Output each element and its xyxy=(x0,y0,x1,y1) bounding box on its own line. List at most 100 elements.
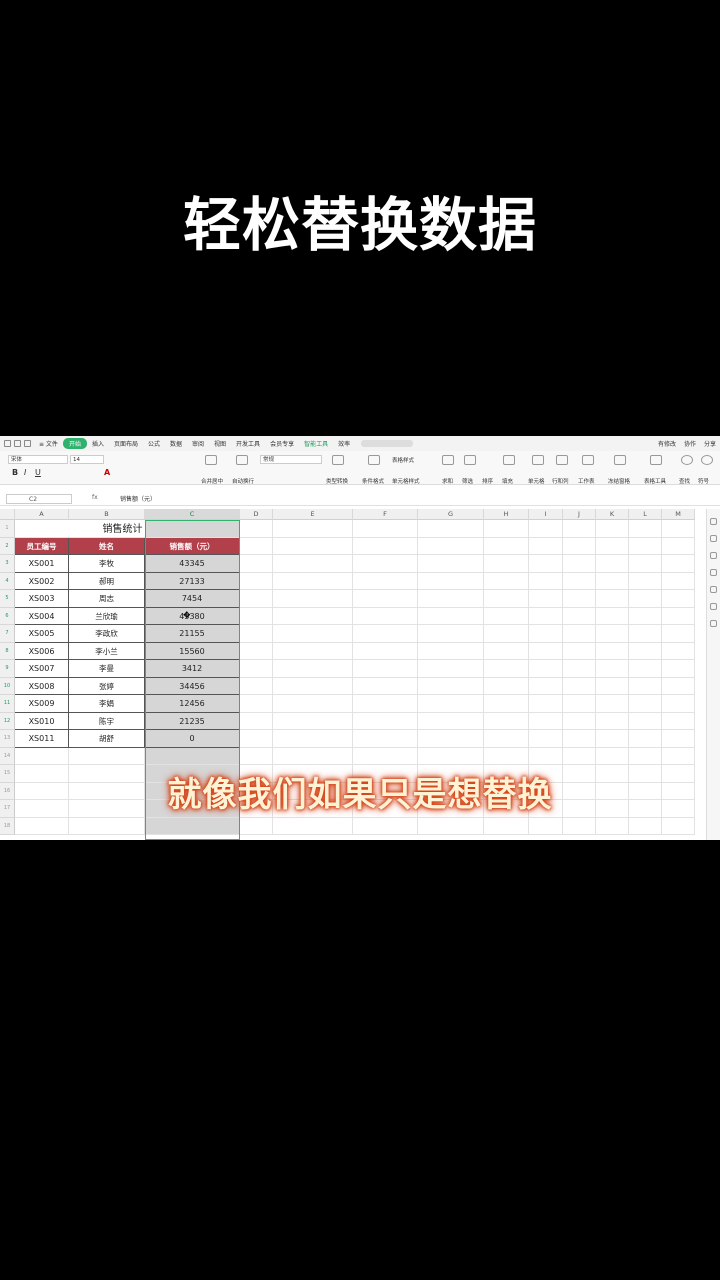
cell[interactable] xyxy=(529,607,563,625)
data-cell[interactable]: XS002 xyxy=(15,572,69,590)
conditional-format-icon[interactable] xyxy=(368,455,380,465)
font-color-button[interactable]: A xyxy=(104,468,110,477)
cell[interactable] xyxy=(596,555,629,573)
cell[interactable] xyxy=(563,747,596,765)
row-header[interactable]: 2 xyxy=(0,537,15,555)
column-header[interactable]: A xyxy=(15,509,69,520)
cell[interactable] xyxy=(629,712,662,730)
cell[interactable] xyxy=(240,712,273,730)
menu-tab[interactable]: 视图 xyxy=(209,439,231,448)
column-header[interactable]: B xyxy=(69,509,145,520)
cell[interactable] xyxy=(662,607,695,625)
cell[interactable] xyxy=(353,695,418,713)
cell[interactable] xyxy=(418,555,484,573)
cell[interactable] xyxy=(563,817,596,835)
cell[interactable] xyxy=(563,677,596,695)
cell[interactable] xyxy=(529,555,563,573)
column-header[interactable]: C xyxy=(145,509,240,520)
save-icon[interactable] xyxy=(4,440,11,447)
cell[interactable] xyxy=(629,607,662,625)
cell[interactable] xyxy=(596,572,629,590)
cell[interactable] xyxy=(484,572,529,590)
data-cell[interactable]: 7454 xyxy=(145,590,240,608)
search-box[interactable] xyxy=(361,440,414,447)
cell[interactable] xyxy=(529,537,563,555)
cell[interactable] xyxy=(273,712,353,730)
menu-right-item[interactable]: 协作 xyxy=(680,439,700,448)
data-cell[interactable]: 胡舒 xyxy=(69,730,145,748)
cell[interactable] xyxy=(418,730,484,748)
cell[interactable] xyxy=(484,677,529,695)
menu-tab[interactable]: 开发工具 xyxy=(231,439,265,448)
side-tool-icon[interactable] xyxy=(710,603,717,610)
cell[interactable] xyxy=(353,747,418,765)
cell[interactable] xyxy=(629,520,662,538)
cell[interactable] xyxy=(563,590,596,608)
data-cell[interactable]: XS010 xyxy=(15,712,69,730)
font-size-select[interactable]: 14 xyxy=(70,455,104,464)
cell[interactable] xyxy=(240,555,273,573)
cell[interactable] xyxy=(273,555,353,573)
cell-icon[interactable] xyxy=(532,455,544,465)
cell[interactable] xyxy=(273,625,353,643)
cell[interactable] xyxy=(273,572,353,590)
cell[interactable] xyxy=(596,660,629,678)
cell[interactable] xyxy=(563,712,596,730)
cell[interactable] xyxy=(596,625,629,643)
cell[interactable] xyxy=(563,730,596,748)
data-cell[interactable]: 15560 xyxy=(145,642,240,660)
data-cell[interactable]: 21235 xyxy=(145,712,240,730)
cell[interactable] xyxy=(563,660,596,678)
cell[interactable] xyxy=(353,572,418,590)
cell[interactable] xyxy=(353,590,418,608)
column-header[interactable]: K xyxy=(596,509,629,520)
cell[interactable] xyxy=(662,747,695,765)
cell[interactable] xyxy=(596,817,629,835)
column-header[interactable]: G xyxy=(418,509,484,520)
cell[interactable] xyxy=(418,817,484,835)
cell[interactable] xyxy=(353,520,418,538)
cell[interactable] xyxy=(629,537,662,555)
cell[interactable] xyxy=(529,677,563,695)
data-cell[interactable]: 张婷 xyxy=(69,677,145,695)
cell[interactable] xyxy=(353,677,418,695)
cell[interactable] xyxy=(662,625,695,643)
menu-tab[interactable]: 开始 xyxy=(62,438,87,449)
cell[interactable] xyxy=(662,817,695,835)
cell[interactable] xyxy=(353,712,418,730)
cell[interactable] xyxy=(418,747,484,765)
select-all-corner[interactable] xyxy=(0,509,15,520)
cell[interactable] xyxy=(662,642,695,660)
row-header[interactable]: 10 xyxy=(0,677,15,695)
menu-tab[interactable]: 效率 xyxy=(333,439,355,448)
column-header[interactable]: H xyxy=(484,509,529,520)
cell[interactable] xyxy=(529,625,563,643)
table-tools-icon[interactable] xyxy=(650,455,662,465)
undo-icon[interactable] xyxy=(24,440,31,447)
data-cell[interactable]: XS008 xyxy=(15,677,69,695)
data-cell[interactable]: 李小兰 xyxy=(69,642,145,660)
cell[interactable] xyxy=(145,747,240,765)
menu-tab[interactable]: 审阅 xyxy=(187,439,209,448)
cell[interactable] xyxy=(240,747,273,765)
cell[interactable] xyxy=(273,695,353,713)
table-header-cell[interactable]: 员工编号 xyxy=(15,537,69,555)
cell[interactable] xyxy=(240,642,273,660)
symbol-icon[interactable] xyxy=(701,455,713,465)
column-header[interactable]: E xyxy=(273,509,353,520)
cell[interactable] xyxy=(15,747,69,765)
cell[interactable] xyxy=(484,625,529,643)
menu-right-item[interactable]: 有修改 xyxy=(654,439,680,448)
cell[interactable] xyxy=(484,747,529,765)
menu-tab[interactable]: 公式 xyxy=(143,439,165,448)
row-header[interactable]: 14 xyxy=(0,747,15,765)
menu-tab[interactable]: 智能工具 xyxy=(299,439,333,448)
data-cell[interactable]: 21155 xyxy=(145,625,240,643)
data-cell[interactable]: 李牧 xyxy=(69,555,145,573)
data-cell[interactable]: XS001 xyxy=(15,555,69,573)
cell[interactable] xyxy=(529,520,563,538)
data-cell[interactable]: 45380 xyxy=(145,607,240,625)
column-header[interactable]: L xyxy=(629,509,662,520)
menu-tab[interactable]: 插入 xyxy=(87,439,109,448)
name-box[interactable]: C2 xyxy=(6,494,72,504)
